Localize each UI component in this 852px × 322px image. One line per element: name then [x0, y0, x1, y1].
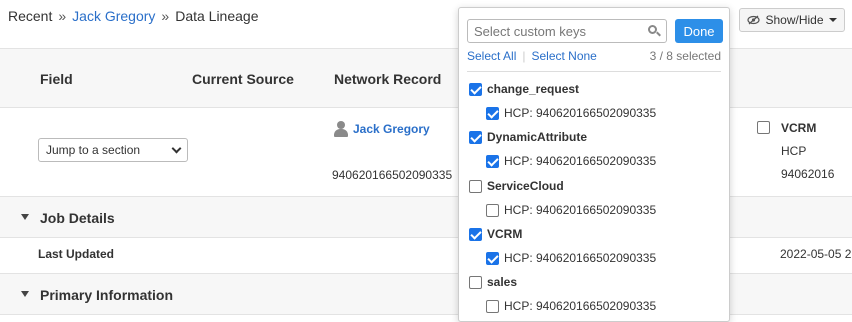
selection-links: Select All | Select None	[467, 49, 597, 63]
option-checkbox[interactable]	[486, 106, 499, 120]
option-label: HCP: 940620166502090335	[504, 251, 657, 265]
person-icon	[334, 121, 348, 137]
network-record-id: 940620166502090335	[332, 168, 453, 182]
caret-down-icon	[21, 214, 29, 220]
option-label: DynamicAttribute	[487, 130, 588, 144]
section-label: Primary Information	[40, 287, 174, 303]
option-checkbox[interactable]	[469, 179, 482, 193]
jump-to-section-select[interactable]: Jump to a section	[38, 138, 188, 162]
breadcrumb-separator: »	[161, 8, 170, 24]
option-label: VCRM	[487, 227, 523, 241]
option-checkbox[interactable]	[469, 275, 482, 289]
vcrm-column-checkbox[interactable]	[757, 121, 770, 134]
option-change-request[interactable]: change_request	[469, 82, 579, 96]
divider	[467, 71, 721, 72]
option-servicecloud[interactable]: ServiceCloud	[469, 179, 564, 193]
network-record-name[interactable]: Jack Gregory	[353, 122, 430, 136]
breadcrumb-recent[interactable]: Recent	[8, 8, 52, 24]
option-label: HCP: 940620166502090335	[504, 203, 657, 217]
option-label: ServiceCloud	[487, 179, 564, 193]
option-servicecloud-hcp[interactable]: HCP: 940620166502090335	[486, 203, 656, 217]
show-hide-button[interactable]: Show/Hide	[739, 8, 845, 32]
caret-down-icon	[828, 18, 837, 22]
option-change-request-hcp[interactable]: HCP: 940620166502090335	[486, 106, 656, 120]
selection-count: 3 / 8 selected	[649, 49, 721, 63]
select-none-link[interactable]: Select None	[531, 49, 596, 63]
custom-keys-dropdown: Select custom keys Done Select All | Sel…	[458, 7, 730, 322]
done-button[interactable]: Done	[675, 19, 723, 43]
network-record-person[interactable]: Jack Gregory	[334, 121, 430, 137]
vcrm-column-title: VCRM	[781, 121, 817, 135]
select-all-link[interactable]: Select All	[467, 49, 516, 63]
row-value: 2022-05-05 2	[780, 247, 852, 261]
chevron-down-icon	[171, 143, 182, 153]
option-vcrm[interactable]: VCRM	[469, 227, 522, 241]
search-icon	[648, 25, 661, 37]
option-checkbox[interactable]	[469, 227, 482, 241]
option-label: change_request	[487, 82, 580, 96]
option-checkbox[interactable]	[469, 130, 482, 144]
option-sales[interactable]: sales	[469, 275, 517, 289]
header-field: Field	[40, 71, 73, 87]
option-dynamicattribute[interactable]: DynamicAttribute	[469, 130, 587, 144]
search-placeholder: Select custom keys	[474, 23, 586, 39]
header-current-source: Current Source	[192, 71, 294, 87]
breadcrumb-jack-gregory[interactable]: Jack Gregory	[72, 8, 155, 24]
custom-keys-search-input[interactable]: Select custom keys	[467, 19, 667, 43]
caret-down-icon	[21, 291, 29, 297]
option-vcrm-hcp[interactable]: HCP: 940620166502090335	[486, 251, 656, 265]
header-network-record: Network Record	[334, 71, 442, 87]
option-label: HCP: 940620166502090335	[504, 299, 657, 313]
vcrm-column-id: 94062016	[781, 167, 835, 181]
breadcrumb-separator: »	[58, 8, 67, 24]
option-checkbox[interactable]	[486, 154, 499, 168]
option-label: sales	[487, 275, 518, 289]
option-checkbox[interactable]	[486, 299, 499, 313]
option-checkbox[interactable]	[486, 251, 499, 265]
jump-select-value: Jump to a section	[46, 143, 141, 157]
option-label: HCP: 940620166502090335	[504, 106, 657, 120]
show-hide-label: Show/Hide	[765, 13, 824, 27]
breadcrumb: Recent » Jack Gregory » Data Lineage	[8, 8, 259, 24]
option-dynamicattribute-hcp[interactable]: HCP: 940620166502090335	[486, 154, 656, 168]
vcrm-column-type: HCP	[781, 144, 807, 158]
option-label: HCP: 940620166502090335	[504, 154, 657, 168]
option-sales-hcp[interactable]: HCP: 940620166502090335	[486, 299, 656, 313]
option-checkbox[interactable]	[486, 203, 499, 217]
option-checkbox[interactable]	[469, 82, 482, 96]
eye-slash-icon	[747, 15, 761, 25]
section-label: Job Details	[40, 210, 115, 226]
row-label: Last Updated	[38, 247, 115, 261]
breadcrumb-current: Data Lineage	[175, 8, 259, 24]
